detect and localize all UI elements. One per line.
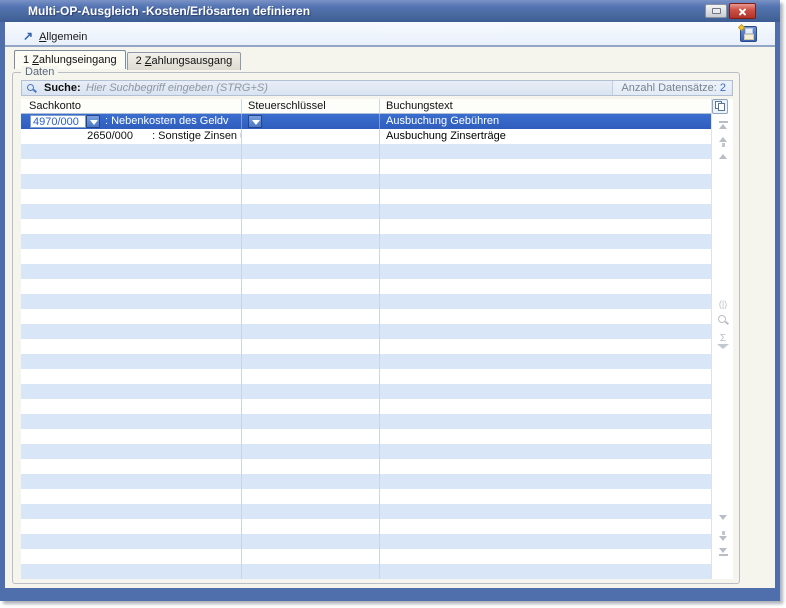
desktop: Multi-OP-Ausgleich -Kosten/Erlösarten de…: [0, 0, 786, 608]
table-row[interactable]: [21, 399, 711, 414]
grid-icon-rail: (|) Σ: [711, 99, 733, 579]
arrow-up-icon: [719, 137, 727, 142]
window-title: Multi-OP-Ausgleich -Kosten/Erlösarten de…: [28, 4, 310, 18]
table-row[interactable]: [21, 174, 711, 189]
sachkonto-description: : Sonstige Zinsen und ä: [152, 130, 242, 142]
table-row[interactable]: [21, 519, 711, 534]
page-up-button[interactable]: [716, 154, 730, 168]
zoom-button[interactable]: [718, 315, 726, 323]
sachkonto-dropdown-icon[interactable]: [86, 115, 100, 128]
go-to-last-button[interactable]: [716, 548, 730, 562]
go-to-first-icon: [719, 124, 727, 129]
table-row[interactable]: [21, 189, 711, 204]
search-label: Suche:: [44, 82, 81, 94]
table-row-selected[interactable]: 4970/000 : Nebenkosten des Geldv Ausbuch…: [21, 114, 711, 129]
table-row[interactable]: [21, 144, 711, 159]
grid-header: Sachkonto Steuerschlüssel Buchungstext: [21, 99, 711, 114]
sachkonto-description: : Nebenkosten des Geldv: [105, 115, 229, 127]
page-down-icon: [719, 515, 727, 520]
table-row[interactable]: [21, 369, 711, 384]
go-to-last-icon: [719, 548, 727, 553]
column-width-icon: (|): [719, 299, 727, 309]
table-row[interactable]: [21, 534, 711, 549]
groupbox-label: Daten: [21, 66, 58, 78]
grid-rows: 4970/000 : Nebenkosten des Geldv Ausbuch…: [21, 114, 711, 579]
sum-button[interactable]: Σ: [712, 333, 734, 344]
search-input[interactable]: [86, 81, 506, 95]
restore-icon: [712, 8, 721, 14]
table-row[interactable]: [21, 459, 711, 474]
page-down-button[interactable]: [716, 515, 730, 529]
table-row[interactable]: [21, 564, 711, 579]
table-row[interactable]: [21, 219, 711, 234]
record-count-value: 2: [720, 82, 726, 94]
table-row[interactable]: 2650/000 : Sonstige Zinsen und ä Ausbuch…: [21, 129, 711, 144]
arrow-down-icon: [719, 536, 727, 541]
menu-allgemein-label: Allgemein: [39, 31, 87, 43]
search-icon: [27, 84, 34, 91]
table-row[interactable]: [21, 234, 711, 249]
toolbar: ↗ Allgemein: [5, 22, 775, 47]
buchungstext-cell[interactable]: Ausbuchung Gebühren: [380, 114, 711, 129]
go-to-first-button[interactable]: [716, 121, 730, 135]
table-row[interactable]: [21, 309, 711, 324]
table-row[interactable]: [21, 249, 711, 264]
sachkonto-field[interactable]: 4970/000: [30, 115, 86, 128]
table-row[interactable]: [21, 474, 711, 489]
row-up-button[interactable]: [716, 137, 730, 151]
table-row[interactable]: [21, 414, 711, 429]
record-count: Anzahl Datensätze: 2: [612, 81, 731, 95]
row-down-button[interactable]: [716, 531, 730, 545]
table-row[interactable]: [21, 339, 711, 354]
jump-arrow-icon: ↗: [23, 29, 33, 43]
table-row[interactable]: [21, 264, 711, 279]
table-row[interactable]: [21, 489, 711, 504]
table-row[interactable]: [21, 444, 711, 459]
buchungstext-cell: Ausbuchung Zinserträge: [380, 129, 711, 144]
filter-button[interactable]: [717, 349, 734, 367]
menu-allgemein[interactable]: ↗ Allgemein: [17, 25, 93, 43]
table-row[interactable]: [21, 504, 711, 519]
table-row[interactable]: [21, 429, 711, 444]
save-button[interactable]: [740, 26, 757, 42]
table-row[interactable]: [21, 159, 711, 174]
dialog-window: Multi-OP-Ausgleich -Kosten/Erlösarten de…: [0, 0, 780, 601]
steuerschluessel-dropdown-icon[interactable]: [248, 115, 262, 128]
table-row[interactable]: [21, 354, 711, 369]
search-bar: Suche: Anzahl Datensätze: 2: [21, 80, 733, 96]
table-row[interactable]: [21, 384, 711, 399]
table-row[interactable]: [21, 549, 711, 564]
page-up-icon: [719, 154, 727, 159]
column-header-buchungstext[interactable]: Buchungstext: [380, 99, 711, 114]
dialog-content: 1 Zahlungseingang2 Zahlungsausgang Daten…: [5, 47, 775, 588]
data-grid: Sachkonto Steuerschlüssel Buchungstext 4…: [21, 99, 733, 579]
table-row[interactable]: [21, 324, 711, 339]
column-width-button[interactable]: (|): [712, 299, 734, 309]
tab-zahlungsausgang[interactable]: 2 Zahlungsausgang: [127, 52, 242, 70]
filter-icon: [717, 344, 729, 366]
sum-icon: Σ: [720, 333, 726, 344]
restore-button[interactable]: [705, 4, 727, 18]
sachkonto-value: 2650/000: [29, 130, 133, 142]
copy-records-button[interactable]: [712, 99, 728, 114]
titlebar[interactable]: Multi-OP-Ausgleich -Kosten/Erlösarten de…: [0, 0, 780, 22]
table-row[interactable]: [21, 294, 711, 309]
daten-groupbox: Daten Suche: Anzahl Datensätze: 2 Sachko…: [12, 72, 740, 584]
column-header-sachkonto[interactable]: Sachkonto: [21, 99, 242, 114]
close-button[interactable]: [729, 3, 756, 19]
table-row[interactable]: [21, 204, 711, 219]
table-row[interactable]: [21, 279, 711, 294]
column-header-steuerschluessel[interactable]: Steuerschlüssel: [242, 99, 380, 114]
